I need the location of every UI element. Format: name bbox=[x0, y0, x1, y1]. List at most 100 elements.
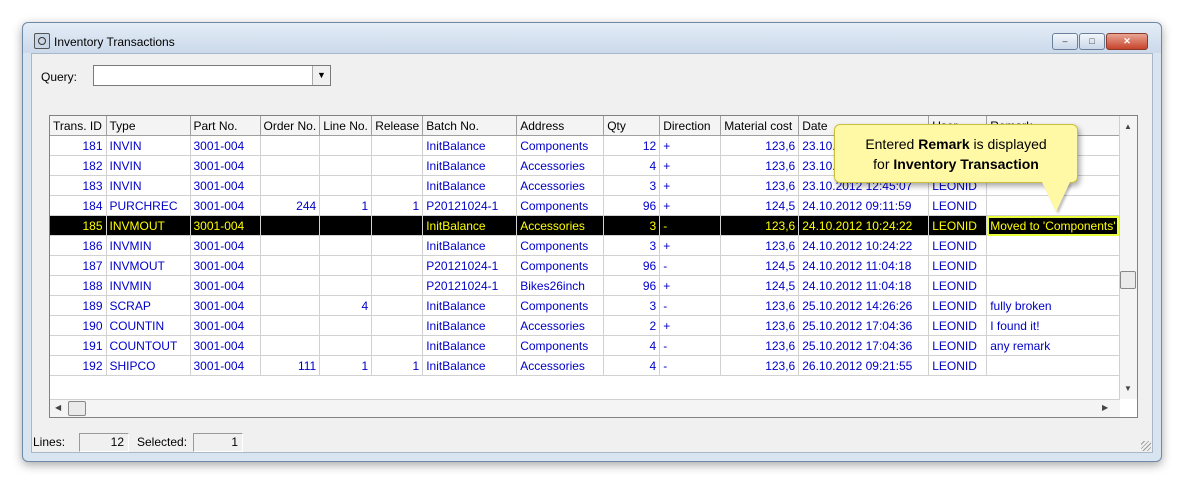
cell-user[interactable]: LEONID bbox=[928, 215, 988, 236]
cell-order[interactable]: 111 bbox=[260, 355, 321, 376]
cell-release[interactable] bbox=[371, 235, 424, 256]
cell-release[interactable]: 1 bbox=[371, 355, 424, 376]
cell-release[interactable] bbox=[371, 295, 424, 316]
cell-batch[interactable]: InitBalance bbox=[422, 315, 518, 336]
cell-part[interactable]: 3001-004 bbox=[190, 315, 261, 336]
cell-address[interactable]: Accessories bbox=[516, 175, 605, 196]
cell-id[interactable]: 190 bbox=[50, 315, 107, 336]
cell-remark[interactable]: fully broken bbox=[986, 295, 1120, 316]
title-bar[interactable]: Inventory Transactions – □ ✕ bbox=[23, 23, 1161, 53]
cell-line[interactable] bbox=[319, 175, 373, 196]
cell-user[interactable]: LEONID bbox=[928, 255, 988, 276]
cell-cost[interactable]: 123,6 bbox=[720, 175, 800, 196]
cell-cost[interactable]: 123,6 bbox=[720, 135, 800, 156]
cell-dir[interactable]: + bbox=[659, 195, 722, 216]
cell-part[interactable]: 3001-004 bbox=[190, 235, 261, 256]
cell-qty[interactable]: 12 bbox=[603, 135, 661, 156]
cell-remark[interactable] bbox=[986, 275, 1120, 296]
cell-release[interactable] bbox=[371, 275, 424, 296]
cell-qty[interactable]: 3 bbox=[603, 235, 661, 256]
cell-order[interactable] bbox=[260, 335, 321, 356]
cell-part[interactable]: 3001-004 bbox=[190, 215, 261, 236]
cell-part[interactable]: 3001-004 bbox=[190, 155, 261, 176]
cell-user[interactable]: LEONID bbox=[928, 315, 988, 336]
cell-cost[interactable]: 124,5 bbox=[720, 255, 800, 276]
query-select[interactable]: ▼ bbox=[93, 65, 331, 86]
cell-batch[interactable]: P20121024-1 bbox=[422, 275, 518, 296]
cell-address[interactable]: Components bbox=[516, 195, 605, 216]
cell-type[interactable]: INVIN bbox=[106, 175, 191, 196]
cell-line[interactable] bbox=[319, 215, 373, 236]
cell-order[interactable] bbox=[260, 155, 321, 176]
cell-part[interactable]: 3001-004 bbox=[190, 195, 261, 216]
cell-order[interactable]: 244 bbox=[260, 195, 321, 216]
minimize-button[interactable]: – bbox=[1052, 33, 1078, 50]
cell-order[interactable] bbox=[260, 275, 321, 296]
cell-cost[interactable]: 124,5 bbox=[720, 195, 800, 216]
cell-user[interactable]: LEONID bbox=[928, 195, 988, 216]
cell-type[interactable]: INVMIN bbox=[106, 235, 191, 256]
cell-cost[interactable]: 123,6 bbox=[720, 335, 800, 356]
cell-part[interactable]: 3001-004 bbox=[190, 175, 261, 196]
cell-dir[interactable]: - bbox=[659, 295, 722, 316]
table-row[interactable]: 191 COUNTOUT 3001-004 InitBalance Components… bbox=[50, 335, 1120, 356]
cell-batch[interactable]: InitBalance bbox=[422, 215, 518, 236]
cell-qty[interactable]: 3 bbox=[603, 295, 661, 316]
cell-qty[interactable]: 4 bbox=[603, 355, 661, 376]
cell-part[interactable]: 3001-004 bbox=[190, 135, 261, 156]
cell-dir[interactable]: - bbox=[659, 255, 722, 276]
cell-dir[interactable]: + bbox=[659, 155, 722, 176]
cell-line[interactable] bbox=[319, 335, 373, 356]
cell-batch[interactable]: InitBalance bbox=[422, 135, 518, 156]
cell-dir[interactable]: - bbox=[659, 215, 722, 236]
cell-date[interactable]: 25.10.2012 17:04:36 bbox=[798, 315, 930, 336]
close-button[interactable]: ✕ bbox=[1106, 33, 1148, 50]
cell-dir[interactable]: + bbox=[659, 315, 722, 336]
cell-address[interactable]: Accessories bbox=[516, 315, 605, 336]
vertical-scroll-thumb[interactable] bbox=[1120, 271, 1136, 289]
column-header[interactable]: Line No. bbox=[319, 116, 373, 136]
cell-batch[interactable]: InitBalance bbox=[422, 355, 518, 376]
cell-dir[interactable]: + bbox=[659, 275, 722, 296]
cell-dir[interactable]: - bbox=[659, 355, 722, 376]
cell-cost[interactable]: 123,6 bbox=[720, 235, 800, 256]
maximize-button[interactable]: □ bbox=[1079, 33, 1105, 50]
horizontal-scrollbar[interactable]: ◀ ▶ bbox=[50, 399, 1120, 417]
table-row[interactable]: 187 INVMOUT 3001-004 P20121024-1 Components 9… bbox=[50, 255, 1120, 276]
cell-release[interactable]: 1 bbox=[371, 195, 424, 216]
vertical-scrollbar[interactable]: ▲ ▼ bbox=[1119, 116, 1137, 399]
cell-remark[interactable] bbox=[986, 255, 1120, 276]
cell-cost[interactable]: 123,6 bbox=[720, 155, 800, 176]
cell-type[interactable]: SHIPCO bbox=[106, 355, 191, 376]
cell-dir[interactable]: - bbox=[659, 335, 722, 356]
cell-batch[interactable]: InitBalance bbox=[422, 335, 518, 356]
column-header[interactable]: Trans. ID bbox=[50, 116, 107, 136]
cell-batch[interactable]: InitBalance bbox=[422, 235, 518, 256]
cell-type[interactable]: PURCHREC bbox=[106, 195, 191, 216]
column-header[interactable]: Order No. bbox=[260, 116, 321, 136]
cell-batch[interactable]: P20121024-1 bbox=[422, 195, 518, 216]
cell-type[interactable]: INVIN bbox=[106, 155, 191, 176]
cell-address[interactable]: Accessories bbox=[516, 355, 605, 376]
cell-type[interactable]: SCRAP bbox=[106, 295, 191, 316]
cell-user[interactable]: LEONID bbox=[928, 295, 988, 316]
chevron-down-icon[interactable]: ▼ bbox=[312, 66, 330, 85]
cell-remark[interactable]: Moved to 'Components' bbox=[986, 215, 1120, 236]
cell-dir[interactable]: + bbox=[659, 135, 722, 156]
column-header[interactable]: Release bbox=[371, 116, 424, 136]
cell-release[interactable] bbox=[371, 175, 424, 196]
cell-date[interactable]: 24.10.2012 10:24:22 bbox=[798, 235, 930, 256]
cell-date[interactable]: 25.10.2012 14:26:26 bbox=[798, 295, 930, 316]
cell-release[interactable] bbox=[371, 315, 424, 336]
cell-date[interactable]: 25.10.2012 17:04:36 bbox=[798, 335, 930, 356]
cell-address[interactable]: Components bbox=[516, 255, 605, 276]
cell-batch[interactable]: P20121024-1 bbox=[422, 255, 518, 276]
cell-id[interactable]: 186 bbox=[50, 235, 107, 256]
cell-id[interactable]: 181 bbox=[50, 135, 107, 156]
cell-cost[interactable]: 123,6 bbox=[720, 215, 800, 236]
cell-qty[interactable]: 4 bbox=[603, 335, 661, 356]
cell-date[interactable]: 24.10.2012 11:04:18 bbox=[798, 275, 930, 296]
cell-cost[interactable]: 123,6 bbox=[720, 295, 800, 316]
cell-date[interactable]: 24.10.2012 09:11:59 bbox=[798, 195, 930, 216]
cell-id[interactable]: 191 bbox=[50, 335, 107, 356]
